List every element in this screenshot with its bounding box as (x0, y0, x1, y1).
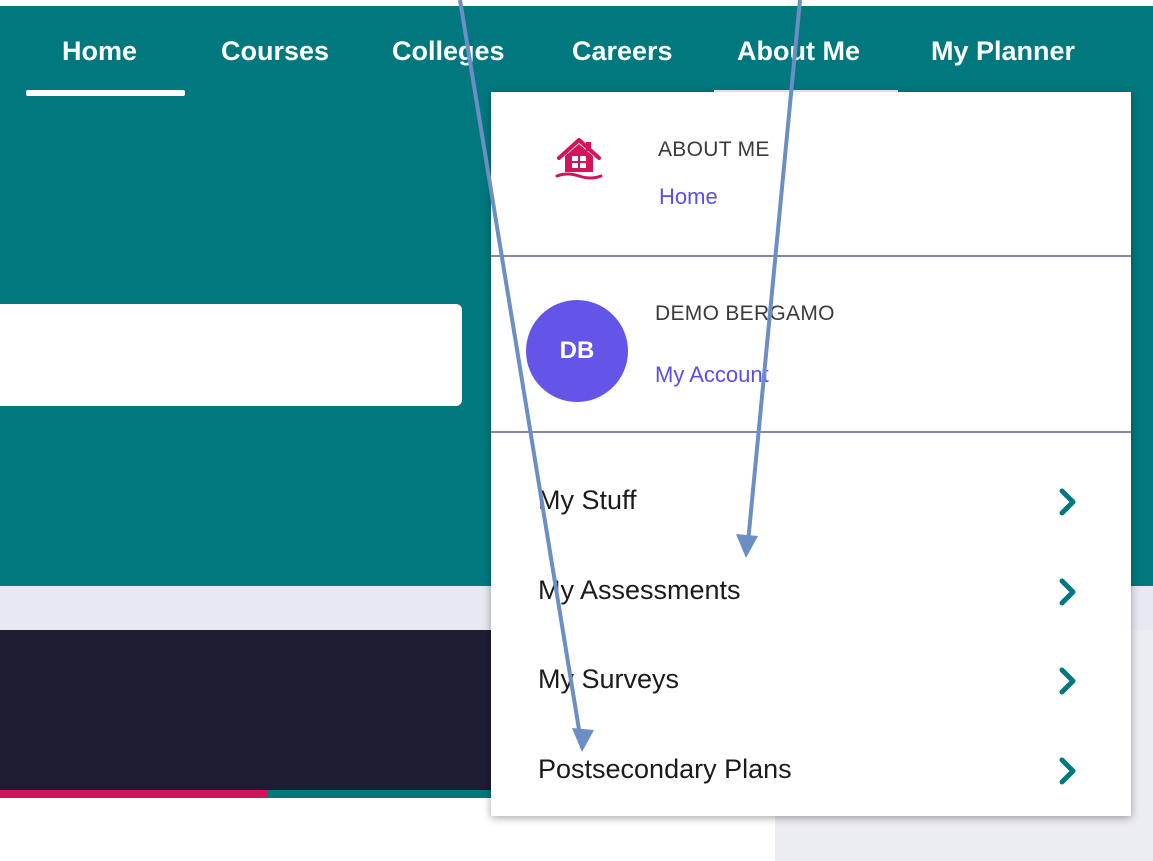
nav-courses[interactable]: Courses (221, 36, 329, 67)
accent-bar-teal (268, 790, 495, 798)
my-account-link[interactable]: My Account (655, 362, 769, 388)
page: Home Courses Colleges Careers About Me M… (0, 0, 1153, 861)
chevron-right-icon (1059, 757, 1076, 785)
menu-item-postsecondary-plans[interactable]: Postsecondary Plans (491, 732, 1131, 812)
about-me-dropdown: ABOUT ME Home DB DEMO BERGAMO My Account… (491, 92, 1131, 816)
nav-my-planner[interactable]: My Planner (931, 36, 1075, 67)
menu-item-my-surveys[interactable]: My Surveys (491, 642, 1131, 722)
nav-colleges[interactable]: Colleges (392, 36, 505, 67)
chevron-right-icon (1059, 488, 1076, 516)
chevron-right-icon (1059, 667, 1076, 695)
menu-item-label: My Surveys (538, 664, 680, 694)
nav-home[interactable]: Home (62, 36, 137, 67)
avatar-initials: DB (559, 337, 595, 364)
menu-item-my-assessments[interactable]: My Assessments (491, 553, 1131, 633)
search-input[interactable] (0, 304, 462, 406)
menu-item-label: My Stuff (538, 485, 637, 515)
account-name: DEMO BERGAMO (655, 302, 835, 325)
main-nav: Home Courses Colleges Careers About Me M… (0, 6, 1153, 98)
nav-active-indicator (26, 90, 185, 96)
about-me-home-link[interactable]: Home (659, 184, 718, 210)
section-divider (491, 255, 1131, 257)
about-me-title: ABOUT ME (658, 138, 770, 161)
dark-feature-panel (0, 630, 495, 790)
accent-bar-pink (0, 790, 268, 798)
nav-careers[interactable]: Careers (572, 36, 673, 67)
menu-item-label: My Assessments (538, 575, 741, 605)
avatar[interactable]: DB (526, 300, 628, 402)
house-icon (555, 138, 603, 180)
chevron-right-icon (1059, 578, 1076, 606)
menu-item-my-stuff[interactable]: My Stuff (491, 463, 1131, 543)
menu-item-label: Postsecondary Plans (538, 754, 792, 784)
section-divider (491, 431, 1131, 433)
nav-about-me[interactable]: About Me (737, 36, 860, 67)
